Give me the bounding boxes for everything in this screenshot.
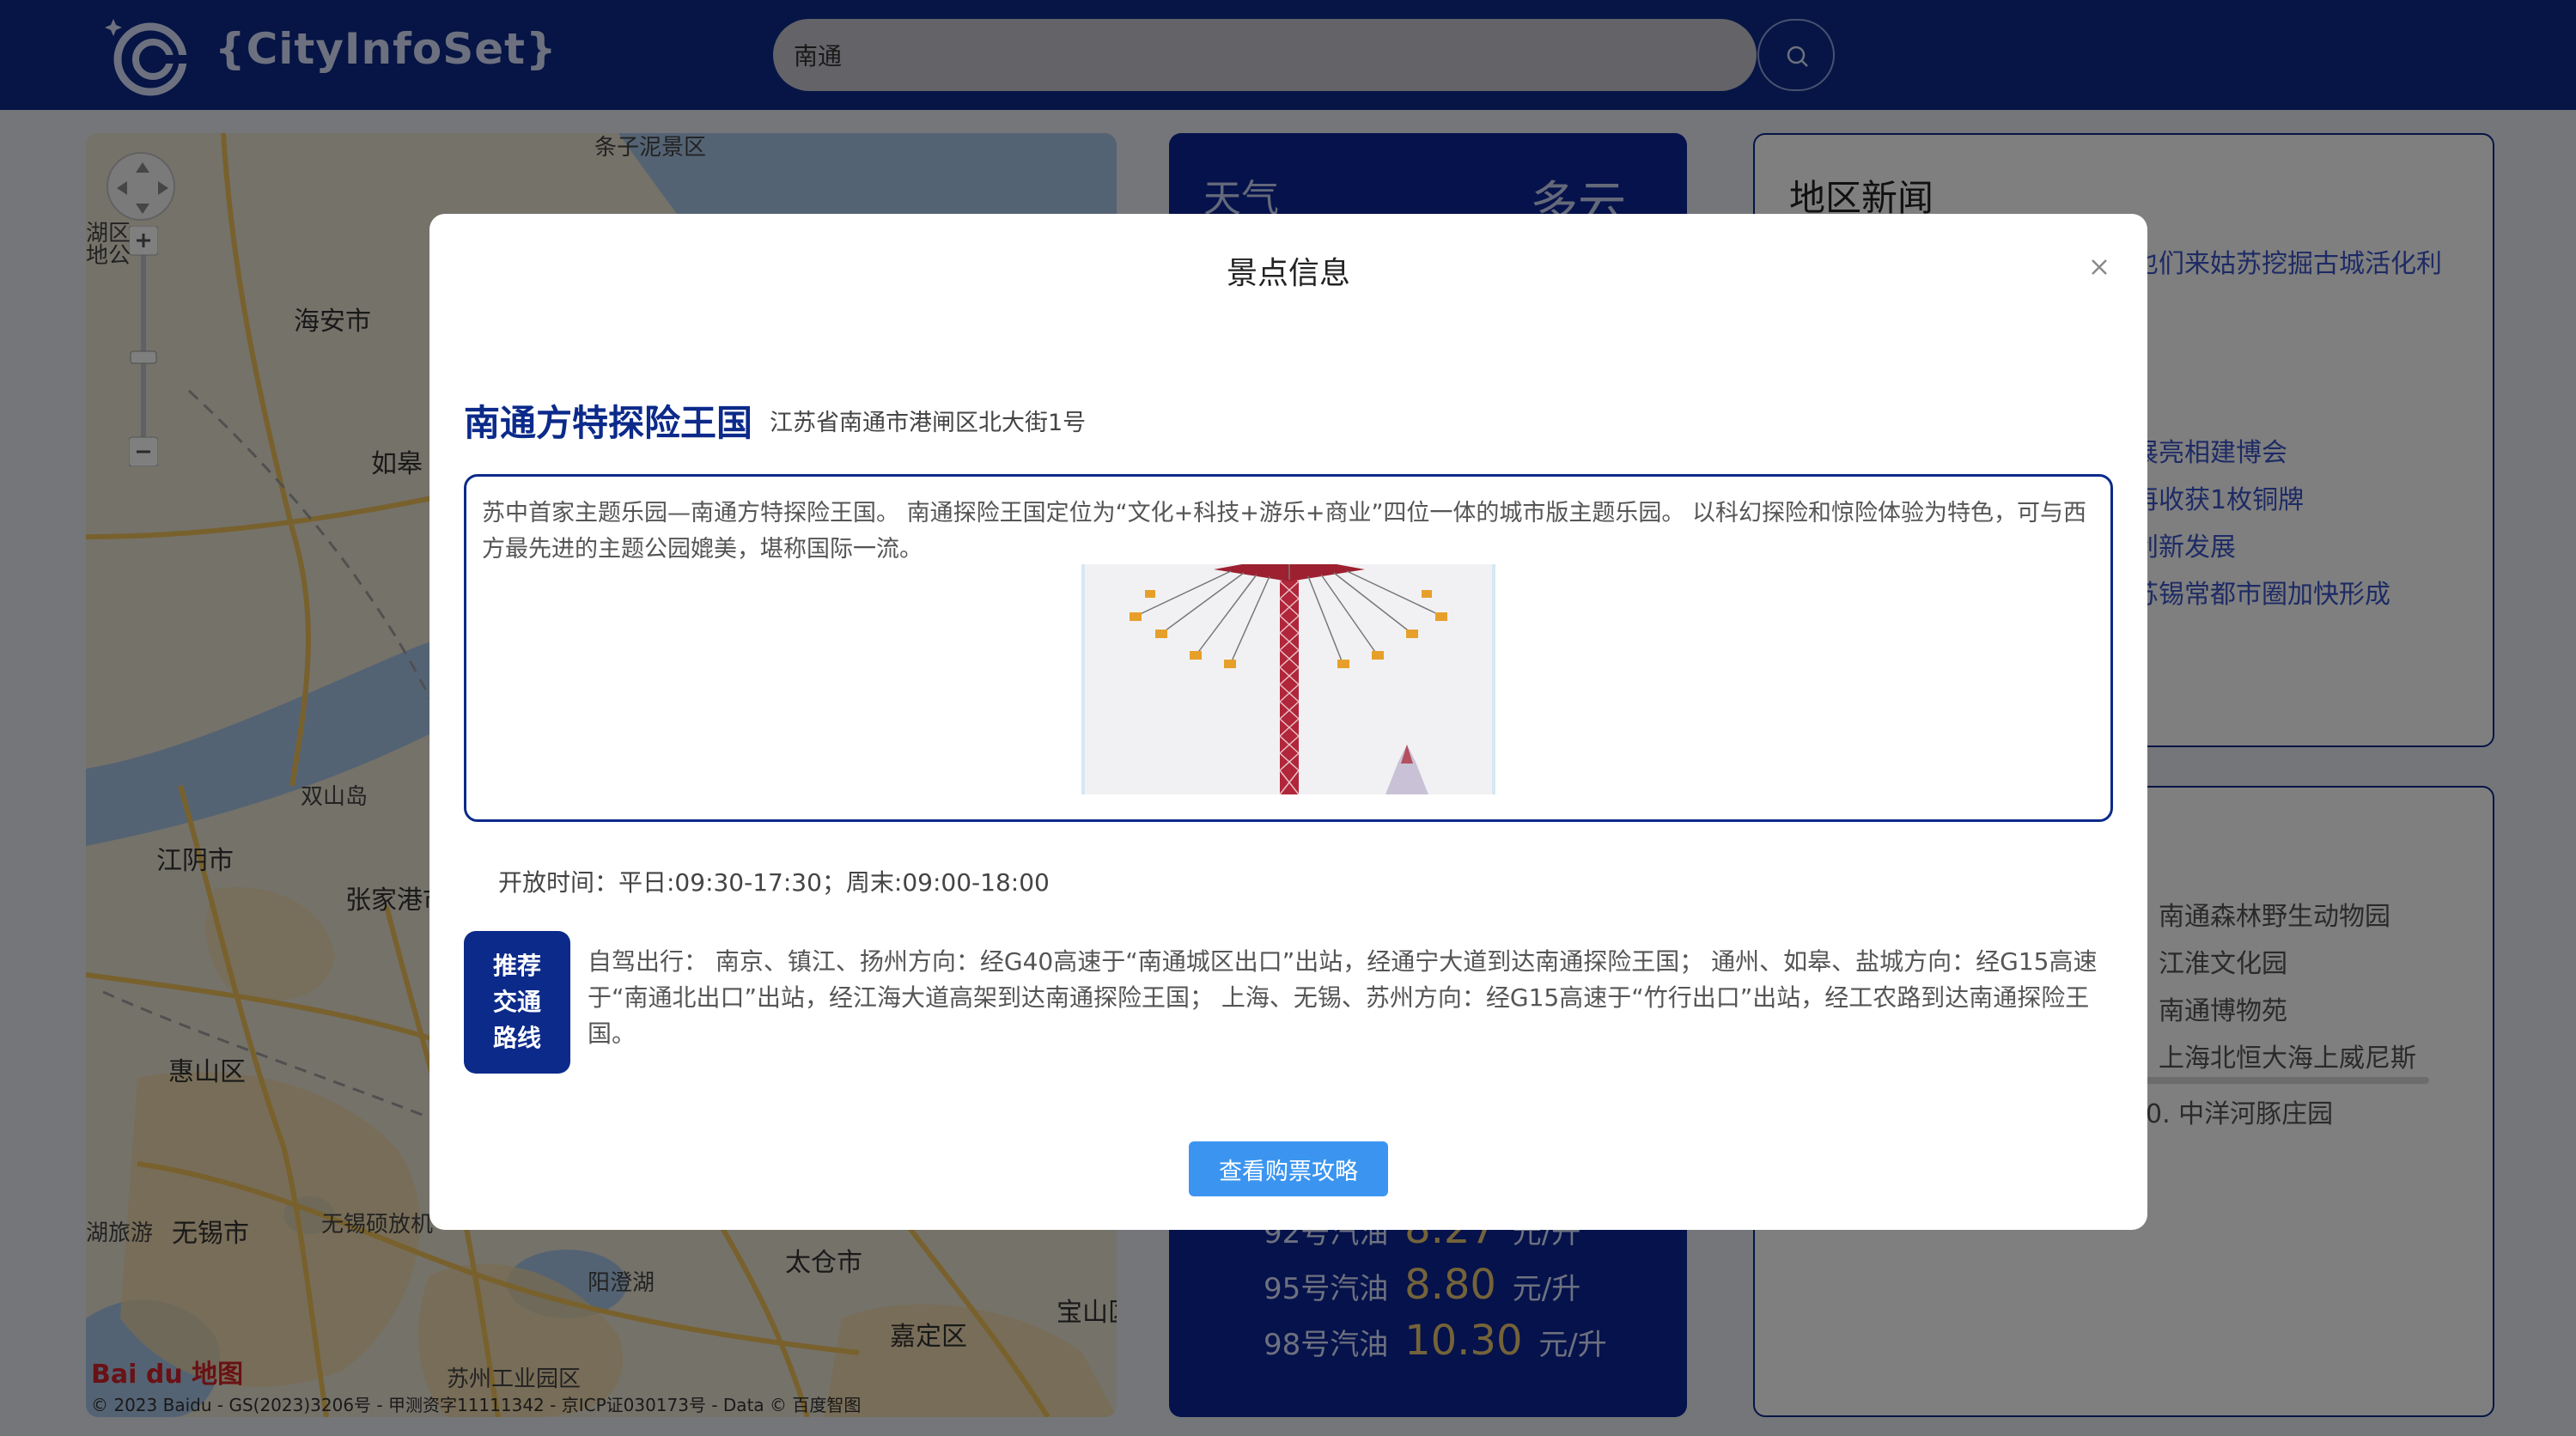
swing-ride-image	[1085, 564, 1492, 794]
route-badge: 推荐 交通 路线	[464, 931, 570, 1074]
spot-name: 南通方特探险王国	[464, 402, 753, 444]
spot-photo	[1081, 564, 1495, 794]
spot-info-modal: 景点信息 南通方特探险王国 江苏省南通市港闸区北大街1号 苏中首家主题乐园—南通…	[429, 214, 2147, 1230]
route-badge-line: 推荐	[492, 952, 541, 980]
spot-description-box: 苏中首家主题乐园—南通方特探险王国。 南通探险王国定位为“文化+科技+游乐+商业…	[464, 474, 2113, 822]
route-description: 自驾出行： 南京、镇江、扬州方向：经G40高速于“南通城区出口”出站，经通宁大道…	[588, 947, 2098, 1048]
modal-title: 景点信息	[1226, 256, 1350, 291]
opening-hours: 开放时间：平日:09:30-17:30；周末:09:00-18:00	[498, 868, 1050, 897]
spot-description: 苏中首家主题乐园—南通方特探险王国。 南通探险王国定位为“文化+科技+游乐+商业…	[482, 500, 2087, 563]
route-badge-line: 交通	[492, 988, 541, 1016]
route-badge-line: 路线	[492, 1024, 541, 1052]
spot-address: 江苏省南通市港闸区北大街1号	[770, 410, 1087, 436]
close-button[interactable]	[2084, 252, 2115, 283]
close-icon	[2092, 259, 2107, 275]
ticket-guide-button[interactable]: 查看购票攻略	[1189, 1141, 1388, 1196]
